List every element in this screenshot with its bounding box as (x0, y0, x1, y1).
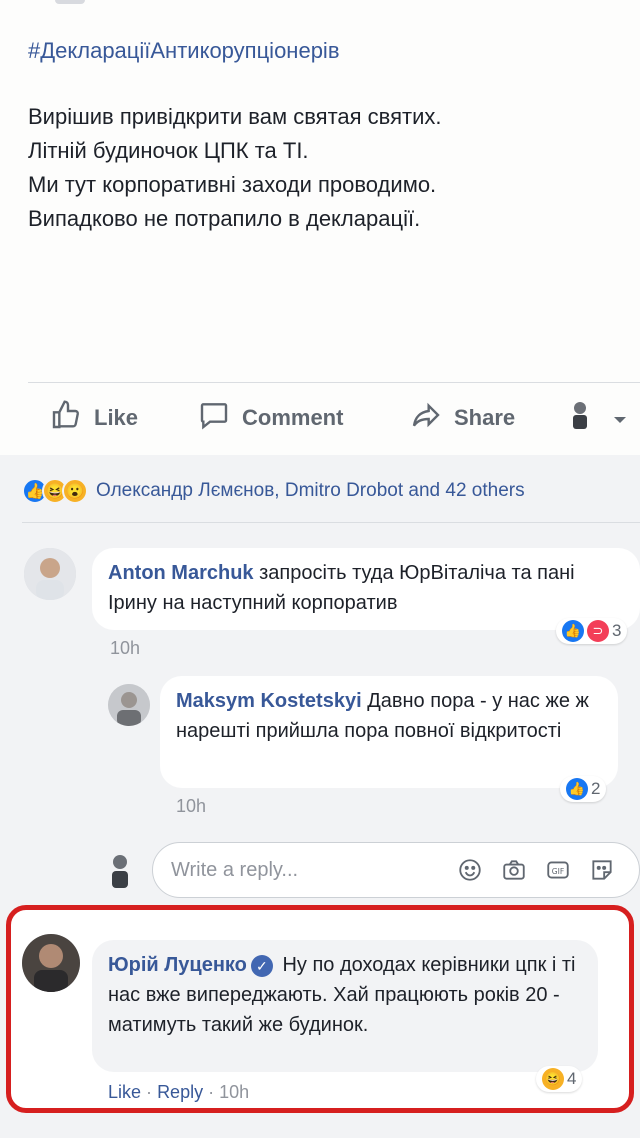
comment-reply-link[interactable]: Reply (157, 1082, 203, 1102)
camera-icon[interactable] (499, 855, 529, 885)
angry-reaction-icon: ⊃ (587, 620, 609, 642)
like-reaction-icon: 👍 (566, 778, 588, 800)
post-line: Вирішив привідкрити вам святая святих. (28, 104, 442, 129)
comment-author[interactable]: Юрій Луценко (108, 954, 247, 976)
comment-time[interactable]: 10h (219, 1082, 249, 1102)
like-reaction-icon: 👍 (562, 620, 584, 642)
avatar[interactable] (22, 934, 80, 992)
audience-selector[interactable] (565, 398, 639, 438)
like-label: Like (94, 405, 139, 430)
reaction-count: 4 (567, 1069, 577, 1088)
comment-bubble: Maksym Kostetskyi Давно пора - у нас же … (160, 676, 618, 788)
comment-bubble: Anton Marchuk запросіть туда ЮрВіталіча … (92, 548, 640, 630)
comment-time[interactable]: 10h (176, 796, 206, 816)
haha-reaction-icon: 😆 (542, 1068, 564, 1090)
comment-meta: 10h (176, 796, 206, 817)
reactions-summary[interactable]: 👍 😆 😮 Олександр Лємєнов, Dmitro Drobot a… (22, 478, 525, 504)
meta-separator: · (146, 1082, 153, 1102)
comment-author[interactable]: Anton Marchuk (108, 562, 254, 584)
share-arrow-icon (410, 399, 454, 437)
chevron-down-icon (613, 405, 639, 431)
comment-like-link[interactable]: Like (108, 1082, 141, 1102)
profile-thumbnail-icon (565, 399, 607, 437)
reaction-count-badge[interactable]: 😆 4 (536, 1066, 583, 1092)
thumbs-up-icon (50, 399, 94, 437)
share-button[interactable]: Share (410, 398, 515, 438)
comment-bubble: Юрій Луценко ✓ Ну по доходах керівники цп… (92, 940, 598, 1072)
avatar-edge (55, 0, 85, 4)
post-text: Вирішив привідкрити вам святая святих. Л… (28, 100, 618, 236)
reply-box: GIF (152, 842, 640, 898)
reactions-names[interactable]: Олександр Лємєнов, Dmitro Drobot and 42 … (96, 480, 525, 502)
reaction-count: 3 (612, 621, 622, 640)
avatar[interactable] (108, 684, 150, 726)
verified-badge-icon: ✓ (250, 954, 273, 977)
gif-icon[interactable]: GIF (543, 855, 573, 885)
reaction-count-badge[interactable]: 👍 2 (560, 776, 607, 802)
wow-reaction-icon: 😮 (62, 478, 88, 504)
reaction-icons: 👍 😆 😮 (22, 478, 88, 504)
avatar[interactable] (24, 548, 76, 600)
post-line: Ми тут корпоративні заходи проводимо. (28, 172, 437, 197)
share-label: Share (454, 405, 516, 430)
like-button[interactable]: Like (50, 398, 138, 438)
divider (28, 382, 640, 383)
reaction-count-badge[interactable]: 👍 ⊃ 3 (556, 618, 628, 644)
post-card: #ДекларaціїАнтикорупціонерів Вирішив при… (0, 0, 640, 455)
comment-meta: 10h (110, 638, 140, 659)
post-line: Літній будиночок ЦПК та ТІ. (28, 138, 309, 163)
post-line: Випадково не потрапило в декларації. (28, 206, 421, 231)
comment-button[interactable]: Comment (198, 398, 343, 438)
emoji-icon[interactable] (455, 855, 485, 885)
comment-time[interactable]: 10h (110, 638, 140, 658)
comment-actions: Like · Reply · 10h (108, 1082, 249, 1103)
comment-label: Comment (242, 405, 344, 430)
post-hashtag[interactable]: #ДекларaціїАнтикорупціонерів (28, 38, 340, 64)
reply-tools: GIF (441, 855, 617, 885)
meta-separator: · (208, 1082, 215, 1102)
svg-text:GIF: GIF (552, 867, 564, 876)
sticker-icon[interactable] (587, 855, 617, 885)
reaction-count: 2 (591, 779, 601, 798)
post-actions-bar: Like Comment Share (0, 388, 640, 448)
reply-input[interactable] (171, 858, 441, 882)
avatar (100, 850, 140, 890)
comment-bubble-icon (198, 399, 242, 437)
divider (22, 522, 640, 523)
comment-author[interactable]: Maksym Kostetskyi (176, 690, 362, 712)
